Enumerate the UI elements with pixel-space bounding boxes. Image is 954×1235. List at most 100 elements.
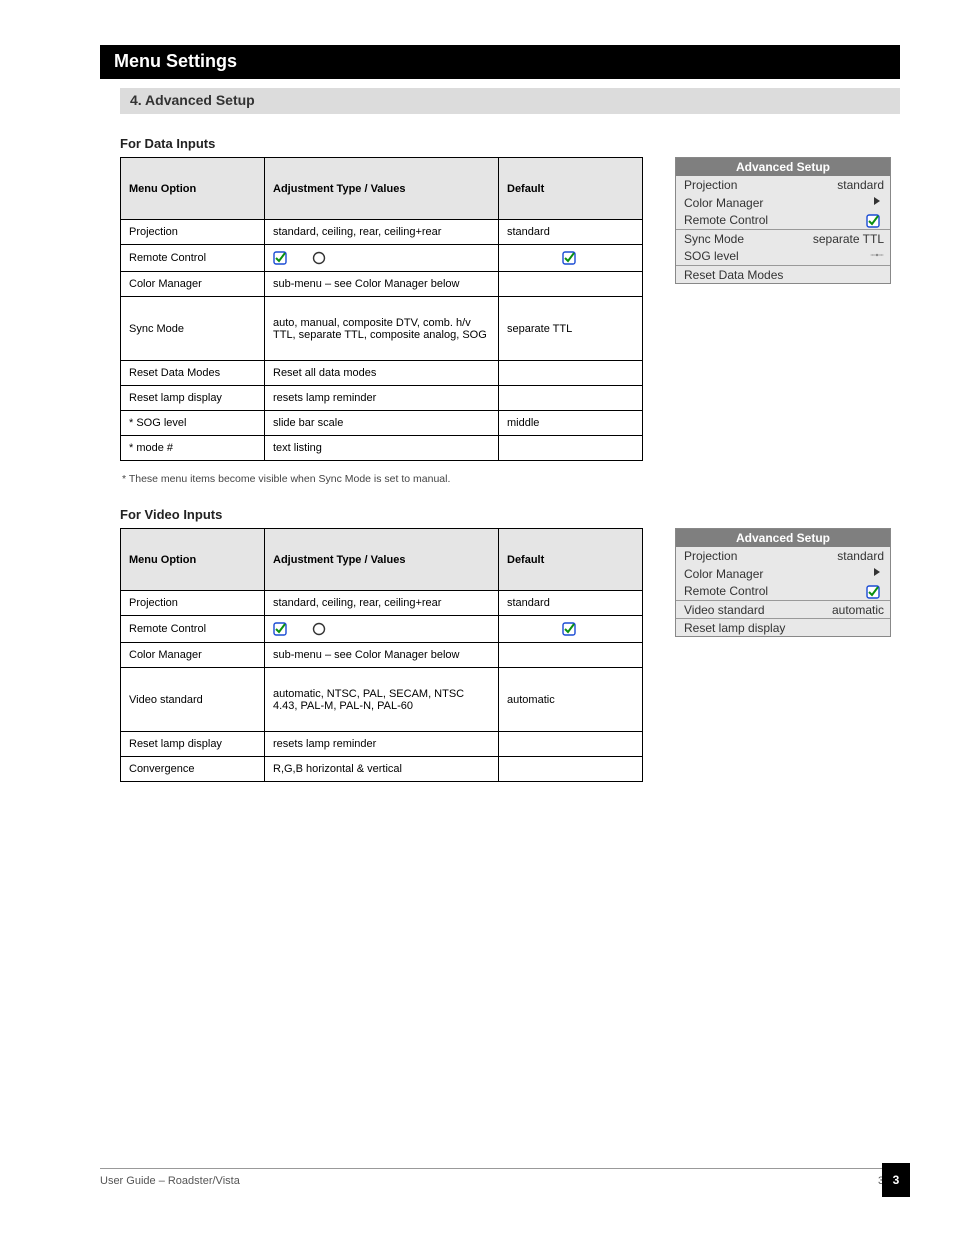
menu-item-value: standard	[837, 178, 884, 192]
table-row: * SOG levelslide bar scalemiddle	[121, 411, 643, 436]
menu-item-label: Remote Control	[684, 584, 768, 598]
cell-default: automatic	[499, 668, 643, 732]
menu-item-label: Video standard	[684, 603, 765, 617]
cell-default: separate TTL	[499, 297, 643, 361]
table-row: Color Managersub-menu – see Color Manage…	[121, 643, 643, 668]
cell-option: Sync Mode	[121, 297, 265, 361]
table-header-row: Menu Option Adjustment Type / Values Def…	[121, 529, 643, 591]
table-row: Remote Control	[121, 616, 643, 643]
cell-values: standard, ceiling, rear, ceiling+rear	[265, 220, 499, 245]
banner: Menu Settings	[100, 45, 900, 79]
menu-item-value	[870, 566, 884, 581]
page-footer: User Guide – Roadster/Vista 3-33	[100, 1168, 900, 1187]
th-default: Default	[499, 529, 643, 591]
menu-item-value	[866, 213, 884, 228]
cell-values: text listing	[265, 436, 499, 461]
cell-values: Reset all data modes	[265, 361, 499, 386]
advanced-setup-menu-data: Advanced Setup Projectionstandard Color M…	[675, 157, 891, 284]
th-option: Menu Option	[121, 158, 265, 220]
cell-default	[499, 436, 643, 461]
menu-item-value	[870, 195, 884, 210]
th-default: Default	[499, 158, 643, 220]
menu-title: Advanced Setup	[676, 158, 890, 176]
menu-item[interactable]: Sync Modeseparate TTL	[676, 230, 890, 247]
cell-option: Video standard	[121, 668, 265, 732]
cell-default	[499, 361, 643, 386]
th-values: Adjustment Type / Values	[265, 529, 499, 591]
cell-option: * SOG level	[121, 411, 265, 436]
advanced-setup-menu-video: Advanced Setup Projection standard Color M…	[675, 528, 891, 637]
cell-values	[265, 616, 499, 643]
table-data-inputs: Menu Option Adjustment Type / Values Def…	[120, 157, 643, 461]
table-header-row: Menu Option Adjustment Type / Values Def…	[121, 158, 643, 220]
menu-item-label: Color Manager	[684, 567, 763, 581]
cell-option: Convergence	[121, 757, 265, 782]
menu-item-label: Projection	[684, 549, 737, 563]
cell-default: middle	[499, 411, 643, 436]
menu-item[interactable]: Color Manager	[676, 193, 890, 211]
menu-item[interactable]: Remote Control	[676, 582, 890, 600]
menu-item-label: Color Manager	[684, 196, 763, 210]
cell-values: standard, ceiling, rear, ceiling+rear	[265, 591, 499, 616]
menu-title: Advanced Setup	[676, 529, 890, 547]
menu-item[interactable]: Reset Data Modes	[676, 266, 890, 283]
cell-option: Reset Data Modes	[121, 361, 265, 386]
menu-item-label: Reset Data Modes	[684, 268, 783, 282]
menu-item-value: standard	[837, 549, 884, 563]
checkbox-checked-icon	[273, 622, 287, 636]
cell-option: Reset lamp display	[121, 732, 265, 757]
cell-default	[499, 245, 643, 272]
table-row: Sync Modeauto, manual, composite DTV, co…	[121, 297, 643, 361]
menu-item[interactable]: Projection standard	[676, 547, 890, 564]
cell-default	[499, 386, 643, 411]
menu-item[interactable]: Remote Control	[676, 211, 890, 229]
cell-values: slide bar scale	[265, 411, 499, 436]
cell-option: Projection	[121, 591, 265, 616]
section-heading-data: For Data Inputs	[120, 136, 900, 151]
menu-item-label: Sync Mode	[684, 232, 744, 246]
menu-item-value	[866, 584, 884, 599]
table-row: Remote Control	[121, 245, 643, 272]
th-option: Menu Option	[121, 529, 265, 591]
table-row: Reset lamp displayresets lamp reminder	[121, 732, 643, 757]
banner-title: Menu Settings	[100, 45, 900, 78]
checkbox-checked-icon	[866, 585, 880, 599]
cell-option: Color Manager	[121, 272, 265, 297]
menu-item[interactable]: Projectionstandard	[676, 176, 890, 193]
checkbox-checked-icon	[562, 622, 576, 636]
cell-option: Reset lamp display	[121, 386, 265, 411]
footer-left: User Guide – Roadster/Vista	[100, 1175, 240, 1187]
cell-default	[499, 616, 643, 643]
th-values: Adjustment Type / Values	[265, 158, 499, 220]
menu-item[interactable]: Video standard automatic	[676, 601, 890, 618]
cell-default	[499, 757, 643, 782]
cell-values: automatic, NTSC, PAL, SECAM, NTSC 4.43, …	[265, 668, 499, 732]
table-row: Projectionstandard, ceiling, rear, ceili…	[121, 220, 643, 245]
cell-default: standard	[499, 220, 643, 245]
menu-item-label: SOG level	[684, 249, 739, 263]
cell-option: Projection	[121, 220, 265, 245]
footnote: * These menu items become visible when S…	[122, 473, 900, 485]
cell-default	[499, 643, 643, 668]
menu-item-value: automatic	[832, 603, 884, 617]
menu-item[interactable]: Reset lamp display	[676, 619, 890, 636]
table-row: Video standardautomatic, NTSC, PAL, SECA…	[121, 668, 643, 732]
table-video-inputs: Menu Option Adjustment Type / Values Def…	[120, 528, 643, 782]
table-row: Reset lamp displayresets lamp reminder	[121, 386, 643, 411]
sub-banner: 4. Advanced Setup	[120, 88, 900, 114]
checkbox-checked-icon	[562, 251, 576, 265]
menu-item-label: Remote Control	[684, 213, 768, 227]
submenu-arrow-icon	[870, 566, 884, 578]
cell-values: auto, manual, composite DTV, comb. h/v T…	[265, 297, 499, 361]
checkbox-checked-icon	[273, 251, 287, 265]
menu-item[interactable]: Color Manager	[676, 564, 890, 582]
menu-item[interactable]: SOG level	[676, 247, 890, 265]
sub-banner-title: 4. Advanced Setup	[120, 88, 900, 112]
cell-default: standard	[499, 591, 643, 616]
submenu-arrow-icon	[870, 195, 884, 207]
slider-icon	[870, 249, 884, 261]
section-heading-video: For Video Inputs	[120, 507, 900, 522]
table-row: Projectionstandard, ceiling, rear, ceili…	[121, 591, 643, 616]
cell-values	[265, 245, 499, 272]
radio-unchecked-icon	[312, 251, 326, 265]
